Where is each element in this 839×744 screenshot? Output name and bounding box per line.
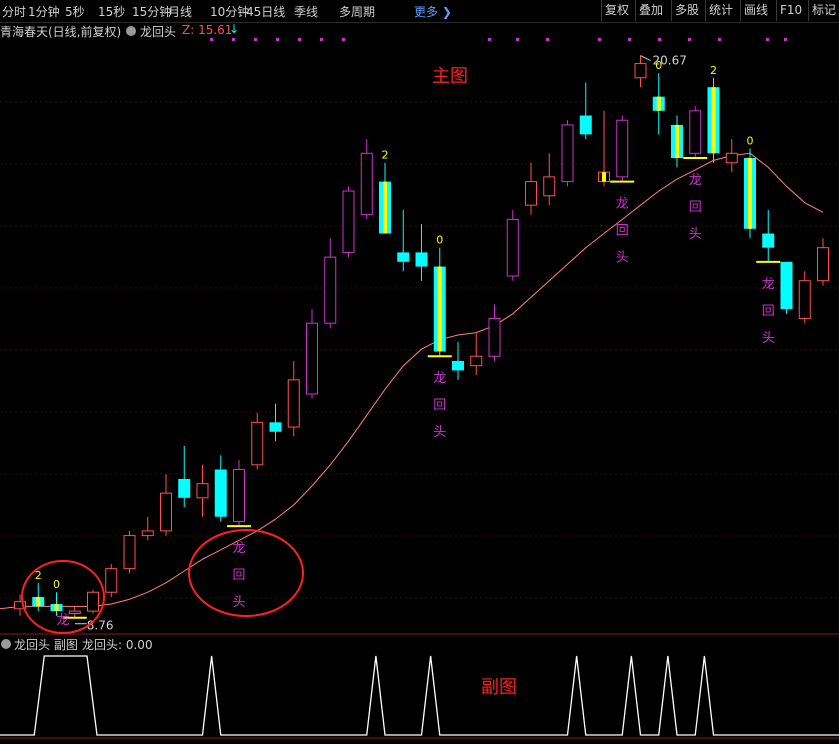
dragon-label-char: 龙 [433, 371, 446, 386]
gear-icon[interactable] [1, 639, 11, 649]
dragon-label-char: 头 [616, 251, 629, 266]
low-price-label: 8.76 [87, 619, 114, 633]
candle-highlight [711, 87, 716, 154]
candle-body [762, 233, 775, 248]
signal-label: 0 [747, 135, 754, 148]
kline-chart[interactable]: 20200 20龙回头龙回头龙回头龙回头龙回头龙20.678.76主图副图 [0, 0, 839, 744]
candle-body [817, 247, 829, 282]
signal-dot [766, 38, 769, 41]
candle-body [324, 256, 337, 324]
signal-label: 0 [53, 578, 60, 591]
candle-body [360, 152, 373, 216]
candle-body [798, 280, 811, 319]
candle-body [452, 360, 464, 371]
candle-body [141, 530, 154, 537]
candle-highlight [36, 596, 41, 607]
ma-line [20, 152, 824, 607]
candle-body [87, 591, 99, 612]
candle-body [269, 422, 282, 432]
signal-dot [658, 38, 661, 41]
candle-body [342, 190, 355, 253]
candle-body [616, 119, 629, 178]
signal-dot [546, 38, 549, 41]
signal-dot [232, 38, 235, 41]
candle-highlight [656, 96, 661, 111]
high-price-pointer [640, 55, 651, 62]
candle-highlight [602, 172, 606, 182]
candle-highlight [748, 158, 752, 229]
sub-chart-label: 副图 [481, 677, 517, 698]
candle-body [123, 535, 136, 570]
signal-dot [342, 38, 345, 41]
dragon-label-char: 头 [689, 227, 702, 242]
candle-highlight [437, 266, 442, 352]
candle-body [725, 152, 738, 164]
sub-chart-title-bar: 龙回头 副图 龙回头: 0.00 [0, 636, 839, 652]
signal-dot [276, 38, 279, 41]
signal-dot [254, 38, 257, 41]
dragon-label-char: 头 [433, 425, 446, 440]
sub-indicator-title: 龙回头 副图 [14, 638, 78, 652]
candle-body [178, 478, 191, 498]
candle-highlight [54, 604, 59, 612]
dragon-label-char: 龙 [56, 613, 69, 628]
candle-body [415, 252, 428, 267]
candle-body [233, 469, 245, 522]
candle-body [561, 124, 574, 183]
signal-label: 2 [710, 64, 717, 77]
candle-body [780, 261, 793, 310]
sub-signal-line [0, 655, 839, 736]
dragon-label-char: 头 [762, 331, 775, 346]
candle-highlight [383, 181, 387, 234]
dragon-label-char: 回 [232, 568, 245, 583]
signal-dot [718, 38, 721, 41]
candle-body [543, 176, 556, 197]
candle-body [306, 322, 318, 395]
signal-dot [320, 38, 323, 41]
dragon-label-char: 龙 [689, 173, 702, 188]
signal-dot [598, 38, 601, 41]
candle-body [105, 568, 118, 593]
dragon-label-char: 龙 [616, 197, 629, 212]
signal-dot [210, 38, 213, 41]
signal-dot [298, 38, 301, 41]
signal-dot [516, 38, 519, 41]
dragon-label-char: 龙 [762, 277, 775, 292]
main-chart-label: 主图 [432, 66, 468, 87]
candle-body [287, 379, 300, 428]
candle-highlight [675, 124, 679, 158]
dragon-label-char: 回 [616, 224, 629, 239]
candle-body [470, 355, 483, 367]
signal-dot [784, 38, 787, 41]
candle-body [196, 483, 209, 499]
signal-label: 2 [382, 149, 389, 162]
signal-dot [488, 38, 491, 41]
candle-body [214, 469, 227, 517]
signal-dot [628, 38, 631, 41]
bottom-axis [0, 739, 839, 744]
high-price-label: 20.67 [653, 54, 687, 68]
candle-body [506, 218, 519, 277]
candle-body [525, 181, 537, 206]
candle-body [160, 492, 172, 532]
candle-body [634, 63, 647, 79]
sub-indicator-value: 龙回头: 0.00 [82, 638, 153, 652]
candle-body [397, 252, 410, 262]
candle-body [689, 110, 702, 154]
candle-body [251, 421, 264, 466]
candle-body [579, 115, 592, 135]
signal-label: 0 [436, 234, 443, 247]
candle-body [488, 317, 501, 357]
dragon-label-char: 回 [762, 304, 775, 319]
dragon-label-char: 龙 [232, 541, 245, 556]
dragon-label-char: 回 [689, 200, 702, 215]
dragon-label-char: 回 [433, 398, 446, 413]
dragon-label-char: 头 [232, 595, 245, 610]
annotation-circle [188, 529, 304, 617]
signal-dot [688, 38, 691, 41]
candle-body [68, 610, 81, 614]
